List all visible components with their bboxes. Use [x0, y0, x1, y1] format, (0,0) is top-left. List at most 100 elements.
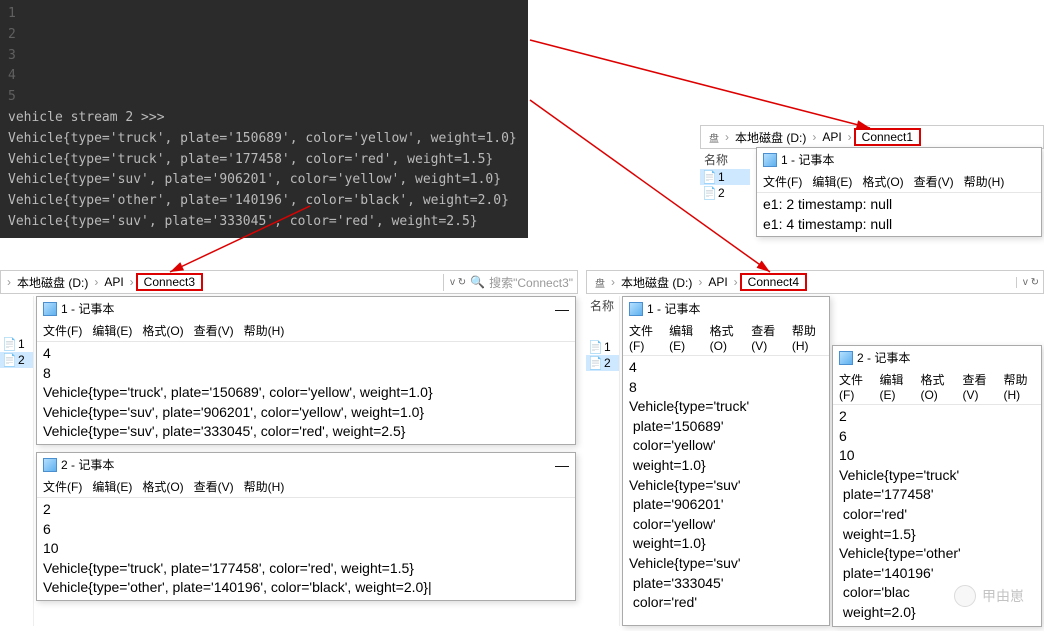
file-list-connect4: 名称 📄 1 📄 2	[586, 296, 620, 626]
notepad-titlebar[interactable]: 1 - 记事本	[623, 297, 829, 320]
notepad-titlebar[interactable]: 1 - 记事本	[757, 148, 1041, 171]
watermark-text: 甲由崽	[982, 586, 1024, 606]
search-box[interactable]: v ↻	[1016, 277, 1039, 288]
menu-edit[interactable]: 编辑(E)	[92, 322, 132, 339]
search-box[interactable]: v ↻ 🔍 搜索"Connect3"	[443, 274, 573, 291]
menu-format[interactable]: 格式(O)	[920, 371, 952, 402]
breadcrumb-item[interactable]: API	[818, 130, 845, 144]
file-name: 1	[604, 340, 611, 354]
notepad-titlebar[interactable]: 2 - 记事本 —	[37, 453, 575, 476]
menu-file[interactable]: 文件(F)	[763, 173, 802, 190]
file-icon: 📄	[588, 356, 602, 370]
menu-file[interactable]: 文件(F)	[629, 322, 659, 353]
column-header-name: 名称	[700, 150, 750, 169]
notepad-menubar: 文件(F) 编辑(E) 格式(O) 查看(V) 帮助(H)	[623, 320, 829, 356]
chevron-right-icon: ›	[92, 275, 100, 289]
chevron-right-icon: ›	[810, 130, 818, 144]
menu-view[interactable]: 查看(V)	[962, 371, 993, 402]
menu-file[interactable]: 文件(F)	[43, 322, 82, 339]
breadcrumb-item[interactable]: API	[704, 275, 731, 289]
terminal-output-line: Vehicle{type='suv', plate='333045', colo…	[8, 212, 520, 233]
notepad-content[interactable]: e1: 2 timestamp: null e1: 4 timestamp: n…	[757, 193, 1041, 236]
breadcrumb-bar-connect4: 盘 › 本地磁盘 (D:) › API › Connect4 v ↻	[586, 270, 1044, 294]
notepad-menubar: 文件(F) 编辑(E) 格式(O) 查看(V) 帮助(H)	[37, 476, 575, 498]
notepad-window-connect3-1: 1 - 记事本 — 文件(F) 编辑(E) 格式(O) 查看(V) 帮助(H) …	[36, 296, 576, 445]
notepad-title-text: 1 - 记事本	[781, 151, 834, 168]
notepad-content[interactable]: 4 8 Vehicle{type='truck', plate='150689'…	[37, 342, 575, 444]
file-name: 2	[18, 353, 25, 367]
breadcrumb-item[interactable]: API	[100, 275, 127, 289]
watermark: 甲由崽	[954, 585, 1024, 607]
breadcrumb-prefix: 盘	[591, 275, 609, 290]
notepad-title-text: 1 - 记事本	[647, 300, 700, 317]
breadcrumb-item-current[interactable]: Connect1	[854, 128, 921, 146]
menu-edit[interactable]: 编辑(E)	[812, 173, 852, 190]
breadcrumb-item[interactable]: 本地磁盘 (D:)	[731, 129, 810, 146]
refresh-icon[interactable]: v ↻	[1023, 277, 1039, 288]
terminal-output-line: Vehicle{type='other', plate='140196', co…	[8, 191, 520, 212]
file-icon: 📄	[702, 186, 716, 200]
column-header-name: 名称	[586, 296, 619, 315]
menu-edit[interactable]: 编辑(E)	[879, 371, 910, 402]
menu-view[interactable]: 查看(V)	[751, 322, 782, 353]
menu-view[interactable]: 查看(V)	[194, 478, 234, 495]
file-name: 1	[18, 337, 25, 351]
menu-format[interactable]: 格式(O)	[862, 173, 903, 190]
terminal-lineno: 1	[8, 4, 520, 25]
menu-help[interactable]: 帮助(H)	[244, 478, 285, 495]
menu-help[interactable]: 帮助(H)	[964, 173, 1005, 190]
menu-help[interactable]: 帮助(H)	[792, 322, 823, 353]
notepad-icon	[763, 153, 777, 167]
notepad-titlebar[interactable]: 2 - 记事本	[833, 346, 1041, 369]
chevron-right-icon: ›	[609, 275, 617, 289]
terminal-lineno: 2	[8, 25, 520, 46]
minimize-icon[interactable]: —	[555, 457, 569, 473]
breadcrumb-item-current[interactable]: Connect4	[740, 273, 807, 291]
chevron-right-icon: ›	[128, 275, 136, 289]
chevron-right-icon: ›	[723, 130, 731, 144]
file-icon: 📄	[2, 353, 16, 367]
menu-format[interactable]: 格式(O)	[142, 322, 183, 339]
menu-file[interactable]: 文件(F)	[43, 478, 82, 495]
file-item[interactable]: 📄 1	[0, 336, 33, 352]
file-item[interactable]: 📄 2	[0, 352, 33, 368]
breadcrumb-bar-connect1: 盘 › 本地磁盘 (D:) › API › Connect1	[700, 125, 1044, 149]
file-item[interactable]: 📄 1	[586, 339, 619, 355]
menu-help[interactable]: 帮助(H)	[244, 322, 285, 339]
breadcrumb-item-current[interactable]: Connect3	[136, 273, 203, 291]
notepad-content[interactable]: 2 6 10 Vehicle{type='truck', plate='1774…	[37, 498, 575, 600]
notepad-window-connect3-2: 2 - 记事本 — 文件(F) 编辑(E) 格式(O) 查看(V) 帮助(H) …	[36, 452, 576, 601]
menu-edit[interactable]: 编辑(E)	[669, 322, 700, 353]
breadcrumb-bar-connect3: › 本地磁盘 (D:) › API › Connect3 v ↻ 🔍 搜索"Co…	[0, 270, 578, 294]
notepad-window-connect1-1: 1 - 记事本 文件(F) 编辑(E) 格式(O) 查看(V) 帮助(H) e1…	[756, 147, 1042, 237]
menu-format[interactable]: 格式(O)	[142, 478, 183, 495]
file-item[interactable]: 📄 1	[700, 169, 750, 185]
notepad-title-text: 2 - 记事本	[857, 349, 910, 366]
file-item[interactable]: 📄 2	[586, 355, 619, 371]
notepad-icon	[629, 302, 643, 316]
terminal-panel: 1 2 3 4 5 vehicle stream 2 >>> Vehicle{t…	[0, 0, 528, 238]
notepad-menubar: 文件(F) 编辑(E) 格式(O) 查看(V) 帮助(H)	[37, 320, 575, 342]
notepad-titlebar[interactable]: 1 - 记事本 —	[37, 297, 575, 320]
notepad-content[interactable]: 4 8 Vehicle{type='truck' plate='150689' …	[623, 356, 829, 615]
file-item[interactable]: 📄 2	[700, 185, 750, 201]
breadcrumb-item[interactable]: 本地磁盘 (D:)	[617, 274, 696, 291]
search-placeholder: 搜索"Connect3"	[489, 274, 573, 291]
minimize-icon[interactable]: —	[555, 301, 569, 317]
refresh-icon[interactable]: v ↻	[450, 277, 466, 288]
menu-format[interactable]: 格式(O)	[710, 322, 742, 353]
terminal-output-line: Vehicle{type='truck', plate='177458', co…	[8, 150, 520, 171]
terminal-stream-header: vehicle stream 2 >>>	[8, 108, 520, 129]
breadcrumb-item[interactable]: 本地磁盘 (D:)	[13, 274, 92, 291]
terminal-lineno: 5	[8, 87, 520, 108]
menu-view[interactable]: 查看(V)	[194, 322, 234, 339]
menu-help[interactable]: 帮助(H)	[1003, 371, 1035, 402]
file-icon: 📄	[588, 340, 602, 354]
chevron-right-icon: ›	[696, 275, 704, 289]
menu-file[interactable]: 文件(F)	[839, 371, 869, 402]
notepad-icon	[43, 302, 57, 316]
menu-edit[interactable]: 编辑(E)	[92, 478, 132, 495]
file-name: 2	[604, 356, 611, 370]
notepad-title-text: 1 - 记事本	[61, 300, 114, 317]
menu-view[interactable]: 查看(V)	[914, 173, 954, 190]
